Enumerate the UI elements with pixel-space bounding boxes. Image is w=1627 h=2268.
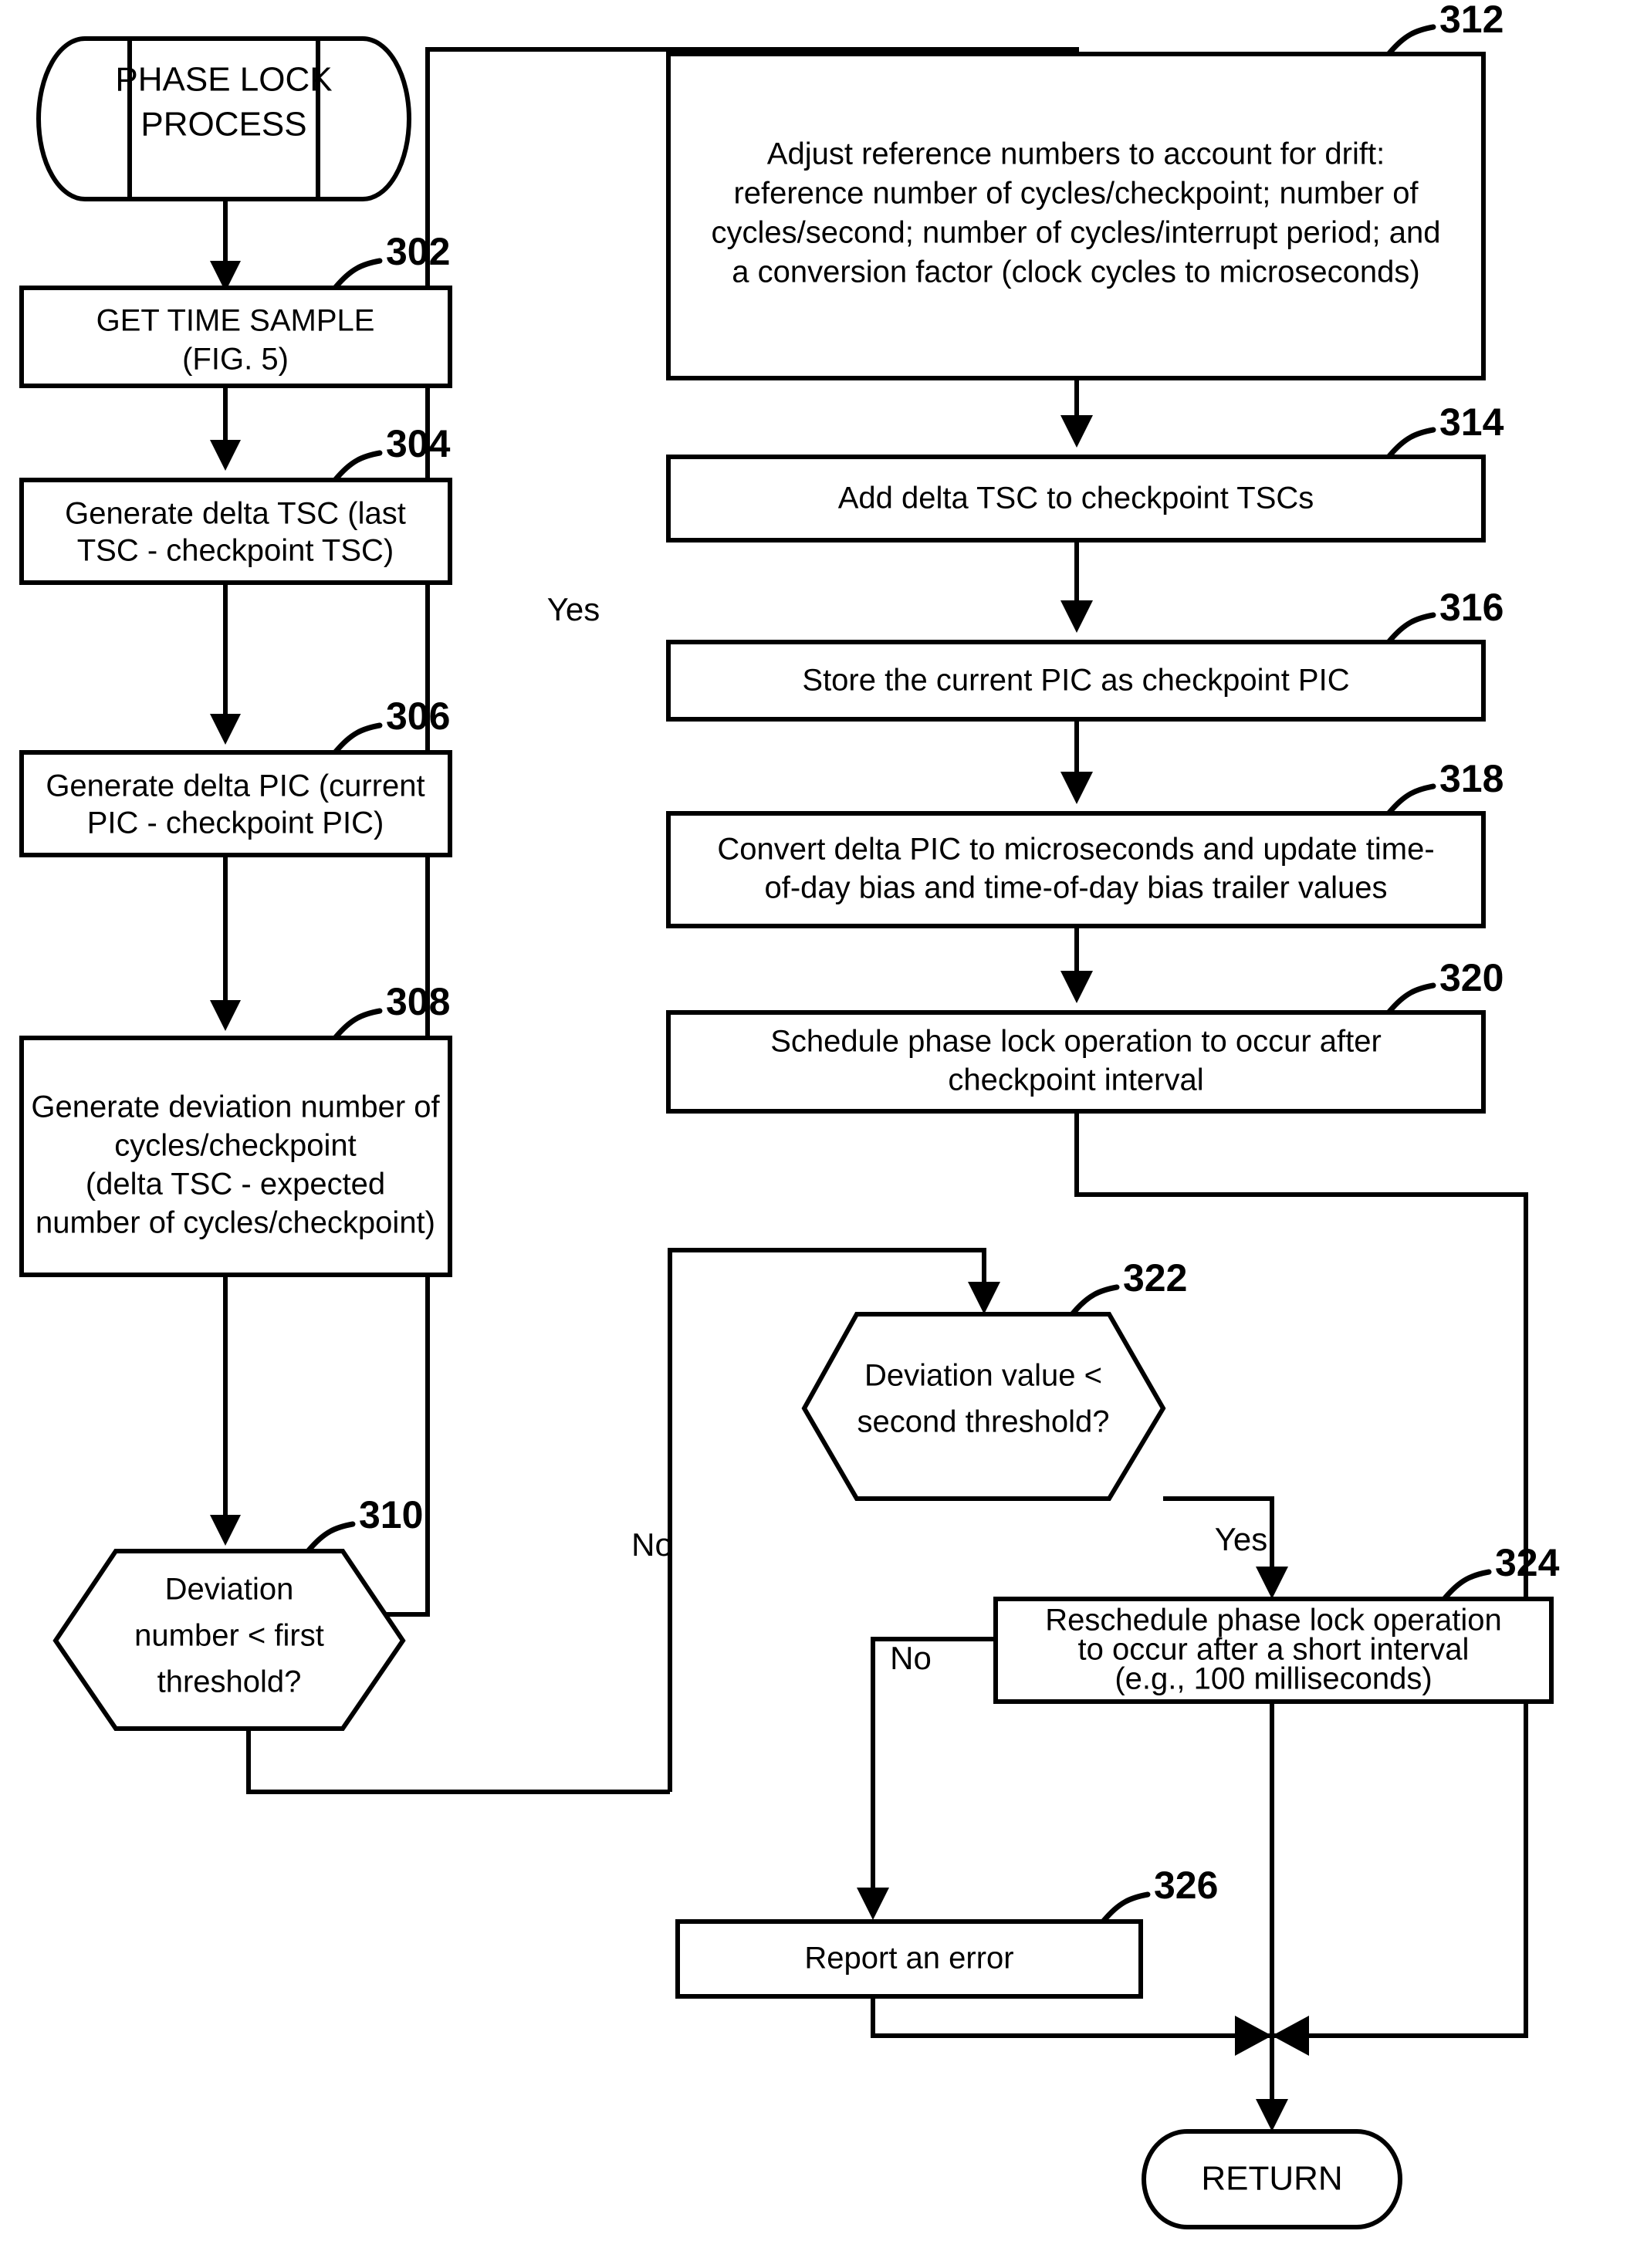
return-label: RETURN (1201, 2160, 1342, 2198)
node-302-line-2: (FIG. 5) (182, 343, 289, 377)
connector-312-to-314 (1060, 378, 1093, 448)
connector-302-to-304 (210, 386, 241, 471)
node-322-decision-second-threshold: Deviation value < second threshold? 322 (801, 1256, 1187, 1501)
node-320-line-2: checkpoint interval (948, 1063, 1203, 1097)
node-324-reschedule-phase-lock: Reschedule phase lock operation to occur… (993, 1541, 1560, 1704)
ref-number-316: 316 (1439, 586, 1504, 629)
ref-number-320: 320 (1439, 956, 1504, 999)
node-302-line-1: GET TIME SAMPLE (96, 304, 375, 338)
ref-number-308: 308 (386, 980, 450, 1023)
edge-label-yes-310: Yes (547, 591, 600, 627)
ref-number-310: 310 (359, 1493, 423, 1536)
node-start-terminator: PHASE LOCK PROCESS (36, 36, 411, 201)
node-306-line-1: Generate delta PIC (current (46, 769, 425, 803)
ref-number-318: 318 (1439, 757, 1504, 800)
node-312-line-1: Adjust reference numbers to account for … (767, 137, 1385, 171)
node-324-line-3: (e.g., 100 milliseconds) (1115, 1662, 1432, 1696)
node-312-adjust-reference-numbers: Adjust reference numbers to account for … (666, 0, 1504, 380)
node-312-line-4: a conversion factor (clock cycles to mic… (732, 255, 1419, 289)
node-316-line-1: Store the current PIC as checkpoint PIC (802, 664, 1349, 698)
connector-start-to-302 (210, 199, 241, 292)
edge-label-no-310: No (631, 1526, 673, 1563)
node-return-terminator: RETURN (1142, 2129, 1402, 2229)
connector-310-no-path (246, 1729, 670, 1794)
node-322-line-1: Deviation value < (864, 1359, 1102, 1393)
node-310-line-1: Deviation (165, 1573, 294, 1607)
ref-number-322: 322 (1123, 1256, 1187, 1300)
node-318-line-2: of-day bias and time-of-day bias trailer… (764, 871, 1387, 905)
ref-number-326: 326 (1154, 1864, 1218, 1907)
figure-canvas: PHASE LOCK PROCESS GET TIME SAMPLE (FIG.… (0, 0, 1627, 2268)
ref-number-302: 302 (386, 230, 450, 273)
node-308-generate-deviation: Generate deviation number of cycles/chec… (19, 980, 452, 1277)
connector-314-to-316 (1060, 540, 1093, 633)
ref-number-306: 306 (386, 695, 450, 738)
connector-306-to-308 (210, 855, 241, 1031)
node-308-line-2: cycles/checkpoint (114, 1129, 356, 1163)
flowchart-svg: PHASE LOCK PROCESS GET TIME SAMPLE (FIG.… (19, 0, 1560, 2229)
node-304-line-2: TSC - checkpoint TSC) (77, 534, 394, 568)
ref-number-324: 324 (1495, 1541, 1560, 1584)
node-302-get-time-sample: GET TIME SAMPLE (FIG. 5) 302 (19, 230, 452, 388)
node-314-line-1: Add delta TSC to checkpoint TSCs (838, 482, 1314, 515)
edge-label-yes-322: Yes (1215, 1521, 1268, 1557)
node-312-line-2: reference number of cycles/checkpoint; n… (733, 177, 1419, 211)
connector-326-to-merge (871, 1996, 1272, 2038)
node-310-line-3: threshold? (157, 1665, 302, 1699)
ref-number-314: 314 (1439, 401, 1504, 444)
node-310-decision-first-threshold: Deviation number < first threshold? 310 (52, 1493, 423, 1731)
node-312-line-3: cycles/second; number of cycles/interrup… (712, 216, 1441, 250)
connector-308-to-310 (210, 1275, 241, 1546)
edge-label-no-322: No (890, 1640, 932, 1676)
connector-304-to-306 (210, 583, 241, 745)
ref-number-304: 304 (386, 422, 451, 465)
node-308-line-1: Generate deviation number of (31, 1090, 440, 1124)
node-308-line-3: (delta TSC - expected (86, 1168, 385, 1202)
node-306-line-2: PIC - checkpoint PIC) (87, 806, 384, 840)
connector-318-to-320 (1060, 926, 1093, 1003)
node-326-report-an-error: Report an error 326 (675, 1864, 1218, 1999)
node-304-line-1: Generate delta TSC (last (65, 497, 406, 531)
connector-merge-to-return (1256, 2036, 1288, 2131)
node-318-line-1: Convert delta PIC to microseconds and up… (717, 833, 1434, 867)
node-322-line-2: second threshold? (857, 1405, 1110, 1439)
start-line-1: PHASE LOCK (115, 61, 332, 99)
node-310-line-2: number < first (134, 1619, 324, 1653)
node-326-line-1: Report an error (804, 1942, 1013, 1976)
connector-316-to-318 (1060, 719, 1093, 804)
node-308-line-4: number of cycles/checkpoint) (36, 1206, 435, 1240)
ref-number-312: 312 (1439, 0, 1504, 41)
start-line-2: PROCESS (140, 106, 306, 144)
node-320-line-1: Schedule phase lock operation to occur a… (770, 1025, 1382, 1059)
